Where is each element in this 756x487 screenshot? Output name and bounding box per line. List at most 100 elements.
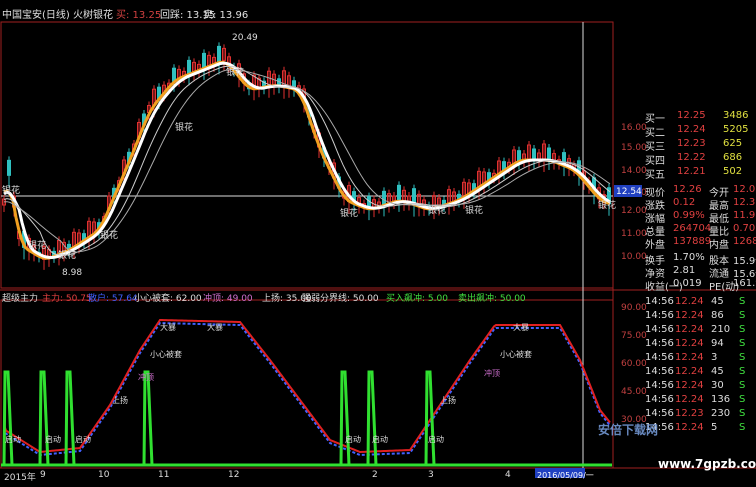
zhuli-line [3, 318, 611, 454]
xiaoxin-label: 小心被套 [500, 349, 532, 359]
fin-value: 0.019 [673, 278, 702, 289]
chongpo-label: 冲顶 [138, 372, 154, 382]
fin-row: 收益(一)0.019PE(动)161.9 [643, 278, 756, 293]
tick-row: 14:56 12.23 230 S [643, 408, 756, 421]
candle-body [547, 147, 551, 161]
high-price-label: 20.49 [232, 33, 258, 43]
fin-value: 161.9 [733, 278, 756, 289]
bid-level: 买二 12.24 5205 [643, 124, 756, 139]
tick-row: 14:56 12.24 94 S [643, 338, 756, 351]
tick-volume: 5 [711, 422, 718, 433]
mairu-value: 买入飙冲: 5.00 [386, 294, 448, 304]
launch-spike [2, 370, 14, 466]
dabao-label: 大暴 [513, 322, 529, 332]
level-price: 12.24 [677, 124, 706, 135]
chongpo-value: 冲顶: 49.00 [203, 294, 253, 304]
flower-signal: 银花 [340, 207, 358, 219]
xaxis-label: 2 [372, 470, 378, 480]
tick-row: 14:56 12.24 136 S [643, 394, 756, 407]
site-url: www.7gpzb.com [658, 457, 756, 471]
tick-side: S [739, 310, 746, 321]
tick-time: 14:56 [645, 310, 674, 321]
tick-volume: 136 [711, 394, 731, 405]
shang-label: 上扬 [112, 395, 128, 405]
tick-price: 12.24 [675, 422, 704, 433]
stat-value: 0.70 [733, 223, 756, 234]
qidong-label: 启动 [372, 434, 388, 444]
qiangruo-value: 强弱分界线: 50.00 [302, 294, 379, 304]
stat-value: 0.12 [673, 197, 696, 208]
tick-time: 14:56 [645, 408, 674, 419]
tick-side: S [739, 366, 746, 377]
tick-time: 14:56 [645, 352, 674, 363]
tick-volume: 210 [711, 324, 731, 335]
tick-price: 12.24 [675, 380, 704, 391]
xaxis-label: 12 [228, 470, 240, 480]
flower-signal: 银花 [175, 121, 193, 133]
launch-spike [339, 370, 351, 466]
tick-side: S [739, 408, 746, 419]
fin-row: 净资2.81流通15.6亿 [643, 265, 756, 280]
tick-price: 12.24 [675, 338, 704, 349]
moving-average-lines [3, 60, 611, 260]
indicator-name[interactable]: 超级主力 [2, 291, 38, 304]
flower-signal: 银花 [28, 239, 46, 251]
qidong-label: 启动 [45, 434, 61, 444]
orange-ma-line [3, 60, 611, 260]
tick-time: 14:56 [645, 324, 674, 335]
bid-level: 买五 12.21 502 [643, 166, 756, 181]
tick-side: S [739, 422, 746, 433]
tick-row: 14:56 12.24 210 S [643, 324, 756, 337]
flower-signal: 银花 [598, 199, 616, 211]
tick-row: 14:56 12.24 30 S [643, 380, 756, 393]
watermark: 安倍下载网 [598, 423, 659, 437]
stat-row: 涨跌0.12最高12.35 [643, 197, 756, 212]
zhuli-value: 主力: 50.75 [42, 294, 92, 304]
tick-volume: 45 [711, 296, 724, 307]
level-name: 买一 [645, 114, 665, 125]
level-volume: 3486 [723, 110, 749, 121]
stat-row: 现价12.26今开12.01 [643, 184, 756, 199]
bid-level: 买三 12.23 625 [643, 138, 756, 153]
stat-value: 137889 [673, 236, 712, 247]
level-price: 12.23 [677, 138, 706, 149]
tick-price: 12.24 [675, 310, 704, 321]
stat-row: 涨幅0.99%最低11.95 [643, 210, 756, 225]
indicator-lines [1, 318, 612, 467]
flower-signal: 银花 [100, 229, 118, 241]
quote-panel: 买一 12.25 3486 买二 12.24 5205 买三 12.23 625 买四 12.22 6… [643, 110, 756, 486]
stat-value: 11.95 [733, 210, 756, 221]
level-name: 买二 [645, 128, 665, 139]
low-price-label: 8.98 [62, 268, 82, 278]
xaxis-label: 4 [505, 470, 511, 480]
stat-label: 外盘 [645, 240, 665, 251]
current-price-text: 12.54 [616, 187, 642, 197]
tick-side: S [739, 338, 746, 349]
sanhu-value: 散户: 57.64 [88, 294, 138, 304]
level-volume: 5205 [723, 124, 749, 135]
level-price: 12.25 [677, 110, 706, 121]
tick-side: S [739, 380, 746, 391]
candle-body [7, 159, 11, 176]
level-volume: 625 [723, 138, 743, 149]
tick-time: 14:56 [645, 380, 674, 391]
xaxis-label: 11 [158, 470, 170, 480]
indicator-annotations: 大暴 大暴 大暴 小心被套 小心被套 冲顶 冲顶 上扬 上扬 启动 启动 启动 … [5, 322, 532, 444]
level-price: 12.22 [677, 152, 706, 163]
tick-row: 14:56 12.24 5 S [643, 422, 756, 435]
chongpo-label: 冲顶 [484, 368, 500, 378]
candle-body [517, 150, 521, 162]
tick-volume: 45 [711, 366, 724, 377]
tick-volume: 30 [711, 380, 724, 391]
xaxis-label: 2015年 [4, 473, 36, 483]
stat-value: 12.01 [733, 184, 756, 195]
tick-volume: 230 [711, 408, 731, 419]
qidong-label: 启动 [345, 434, 361, 444]
tick-price: 12.23 [675, 408, 704, 419]
bid-level: 买一 12.25 3486 [643, 110, 756, 125]
candle-body [202, 52, 206, 69]
fin-value: 2.81 [673, 265, 696, 276]
xaxis-label: 3 [428, 470, 434, 480]
tick-row: 14:56 12.24 3 S [643, 352, 756, 365]
candle-body [382, 190, 386, 206]
